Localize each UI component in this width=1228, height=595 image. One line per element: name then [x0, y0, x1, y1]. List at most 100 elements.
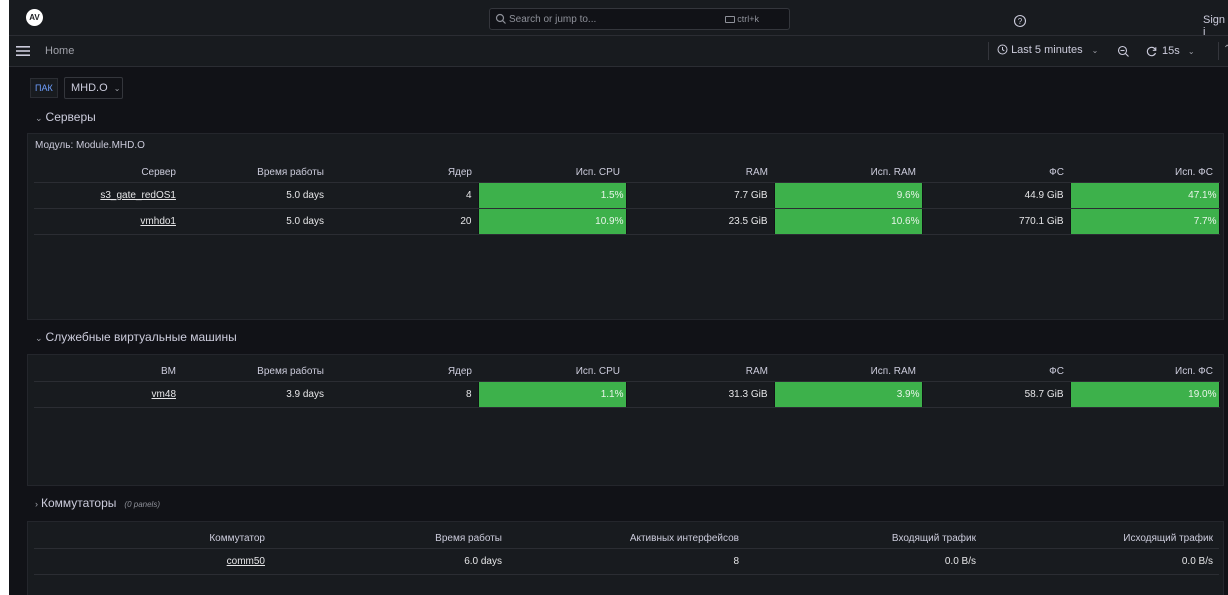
column-header[interactable]: Ядер	[330, 162, 478, 183]
column-header[interactable]: Сервер	[34, 162, 182, 183]
time-range-label: Last 5 minutes	[1011, 44, 1083, 56]
column-header[interactable]: Исходящий трафик	[982, 528, 1219, 549]
fs-usage-cell: 19.0%	[1069, 381, 1220, 408]
active-interfaces-cell: 8	[508, 548, 745, 575]
row-title: Служебные виртуальные машины	[45, 330, 237, 344]
search-placeholder: Search or jump to...	[509, 14, 597, 25]
chevron-down-icon: ⌄	[35, 333, 43, 343]
ram-usage-value: 3.9%	[896, 389, 920, 400]
fs-usage-value: 47.1%	[1188, 190, 1217, 201]
ram-cell: 23.5 GiB	[626, 208, 774, 235]
search-icon	[495, 13, 506, 24]
refresh-icon[interactable]	[1145, 45, 1158, 58]
cpu-usage-cell: 1.1%	[477, 381, 627, 408]
cpu-usage-cell: 10.9%	[477, 208, 627, 235]
cores-cell: 4	[330, 182, 478, 209]
chevron-down-icon: ⌄	[1187, 47, 1195, 56]
table-row: vm48 3.9 days 8 1.1% 31.3 GiB 3.9% 58.7 …	[34, 381, 1220, 408]
column-header[interactable]: Исп. ФС	[1070, 162, 1219, 183]
column-header[interactable]: Коммутатор	[34, 528, 271, 549]
row-title: Коммутаторы	[41, 496, 117, 510]
search-input[interactable]: Search or jump to... ctrl+k	[489, 8, 790, 30]
switch-name-cell[interactable]: comm50	[34, 548, 271, 575]
panels-count: (0 panels)	[124, 500, 160, 509]
switch-link[interactable]: comm50	[227, 556, 265, 567]
svg-text:?: ?	[1018, 17, 1023, 26]
uptime-cell: 3.9 days	[182, 381, 330, 408]
fs-usage-value: 19.0%	[1188, 389, 1217, 400]
vm-link[interactable]: vm48	[152, 389, 176, 400]
clock-icon	[997, 44, 1008, 55]
server-name-cell[interactable]: s3_gate_redOS1	[34, 182, 182, 209]
outbound-traffic-cell: 0.0 B/s	[982, 548, 1219, 575]
chevron-down-icon: ⌄	[1091, 46, 1099, 55]
variable-value: MHD.O	[71, 82, 108, 94]
chevron-up-icon[interactable]: ⌃	[1223, 44, 1228, 55]
vms-table: ВМ Время работы Ядер Исп. CPU RAM Исп. R…	[34, 361, 1220, 408]
cores-cell: 20	[330, 208, 478, 235]
cpu-usage-cell: 1.5%	[477, 182, 627, 209]
uptime-cell: 5.0 days	[182, 208, 330, 235]
ram-cell: 31.3 GiB	[626, 381, 774, 408]
vms-panel: ВМ Время работы Ядер Исп. CPU RAM Исп. R…	[27, 354, 1224, 486]
column-header[interactable]: Входящий трафик	[745, 528, 982, 549]
column-header[interactable]: Ядер	[330, 361, 478, 382]
row-header-switches[interactable]: › Коммутаторы (0 panels)	[35, 496, 160, 510]
column-header[interactable]: ФС	[922, 162, 1070, 183]
zoom-out-icon[interactable]	[1117, 45, 1130, 58]
cores-cell: 8	[330, 381, 478, 408]
inbound-traffic-cell: 0.0 B/s	[745, 548, 982, 575]
column-header[interactable]: Исп. CPU	[478, 361, 626, 382]
divider	[988, 42, 989, 60]
search-shortcut-label: ctrl+k	[737, 14, 759, 24]
column-header[interactable]: Исп. RAM	[774, 162, 922, 183]
switches-panel: Коммутатор Время работы Активных интерфе…	[27, 521, 1224, 595]
server-link[interactable]: s3_gate_redOS1	[100, 190, 176, 201]
help-icon[interactable]: ?	[1013, 14, 1027, 28]
grafana-app: AV Search or jump to... ctrl+k ? Sign i …	[9, 0, 1228, 595]
column-header[interactable]: ВМ	[34, 361, 182, 382]
table-row: s3_gate_redOS1 5.0 days 4 1.5% 7.7 GiB 9…	[34, 182, 1220, 209]
ram-usage-value: 9.6%	[896, 190, 920, 201]
fs-cell: 44.9 GiB	[922, 182, 1070, 209]
column-header[interactable]: Исп. CPU	[478, 162, 626, 183]
refresh-interval-label: 15s	[1162, 45, 1180, 57]
fs-usage-cell: 47.1%	[1069, 182, 1220, 209]
column-header[interactable]: RAM	[626, 162, 774, 183]
column-header[interactable]: Время работы	[182, 162, 330, 183]
variable-select[interactable]: MHD.O ⌄	[64, 77, 123, 99]
server-name-cell[interactable]: vmhdo1	[34, 208, 182, 235]
fs-cell: 770.1 GiB	[922, 208, 1070, 235]
ram-usage-cell: 3.9%	[773, 381, 923, 408]
column-header[interactable]: Исп. RAM	[774, 361, 922, 382]
column-header[interactable]: ФС	[922, 361, 1070, 382]
fs-usage-value: 7.7%	[1193, 216, 1217, 227]
column-header[interactable]: RAM	[626, 361, 774, 382]
column-header[interactable]: Активных интерфейсов	[508, 528, 745, 549]
refresh-interval-picker[interactable]: 15s ⌄	[1162, 45, 1195, 57]
ram-usage-cell: 9.6%	[773, 182, 923, 209]
row-header-service-vms[interactable]: ⌄ Служебные виртуальные машины	[35, 330, 237, 344]
server-link[interactable]: vmhdo1	[140, 216, 176, 227]
panel-title: Модуль: Module.MHD.O	[35, 140, 145, 151]
vm-name-cell[interactable]: vm48	[34, 381, 182, 408]
keyboard-icon	[725, 16, 736, 24]
breadcrumb-home[interactable]: Home	[45, 45, 74, 57]
chevron-right-icon: ›	[35, 499, 38, 509]
table-header-row: ВМ Время работы Ядер Исп. CPU RAM Исп. R…	[34, 361, 1219, 382]
app-logo-icon[interactable]: AV	[26, 9, 43, 26]
sign-in-link[interactable]: Sign i	[1203, 14, 1228, 38]
column-header[interactable]: Исп. ФС	[1070, 361, 1219, 382]
uptime-cell: 5.0 days	[182, 182, 330, 209]
column-header[interactable]: Время работы	[182, 361, 330, 382]
table-row: vmhdo1 5.0 days 20 10.9% 23.5 GiB 10.6% …	[34, 208, 1220, 235]
switches-table: Коммутатор Время работы Активных интерфе…	[34, 528, 1219, 575]
fs-usage-cell: 7.7%	[1069, 208, 1220, 235]
column-header[interactable]: Время работы	[271, 528, 508, 549]
servers-panel: Модуль: Module.MHD.O Сервер Время работы…	[27, 133, 1224, 320]
menu-icon[interactable]	[16, 45, 30, 57]
table-row: comm50 6.0 days 8 0.0 B/s 0.0 B/s	[34, 548, 1219, 575]
row-header-servers[interactable]: ⌄ Серверы	[35, 110, 96, 124]
cpu-usage-value: 1.5%	[600, 190, 624, 201]
time-range-picker[interactable]: Last 5 minutes ⌄	[997, 44, 1098, 56]
